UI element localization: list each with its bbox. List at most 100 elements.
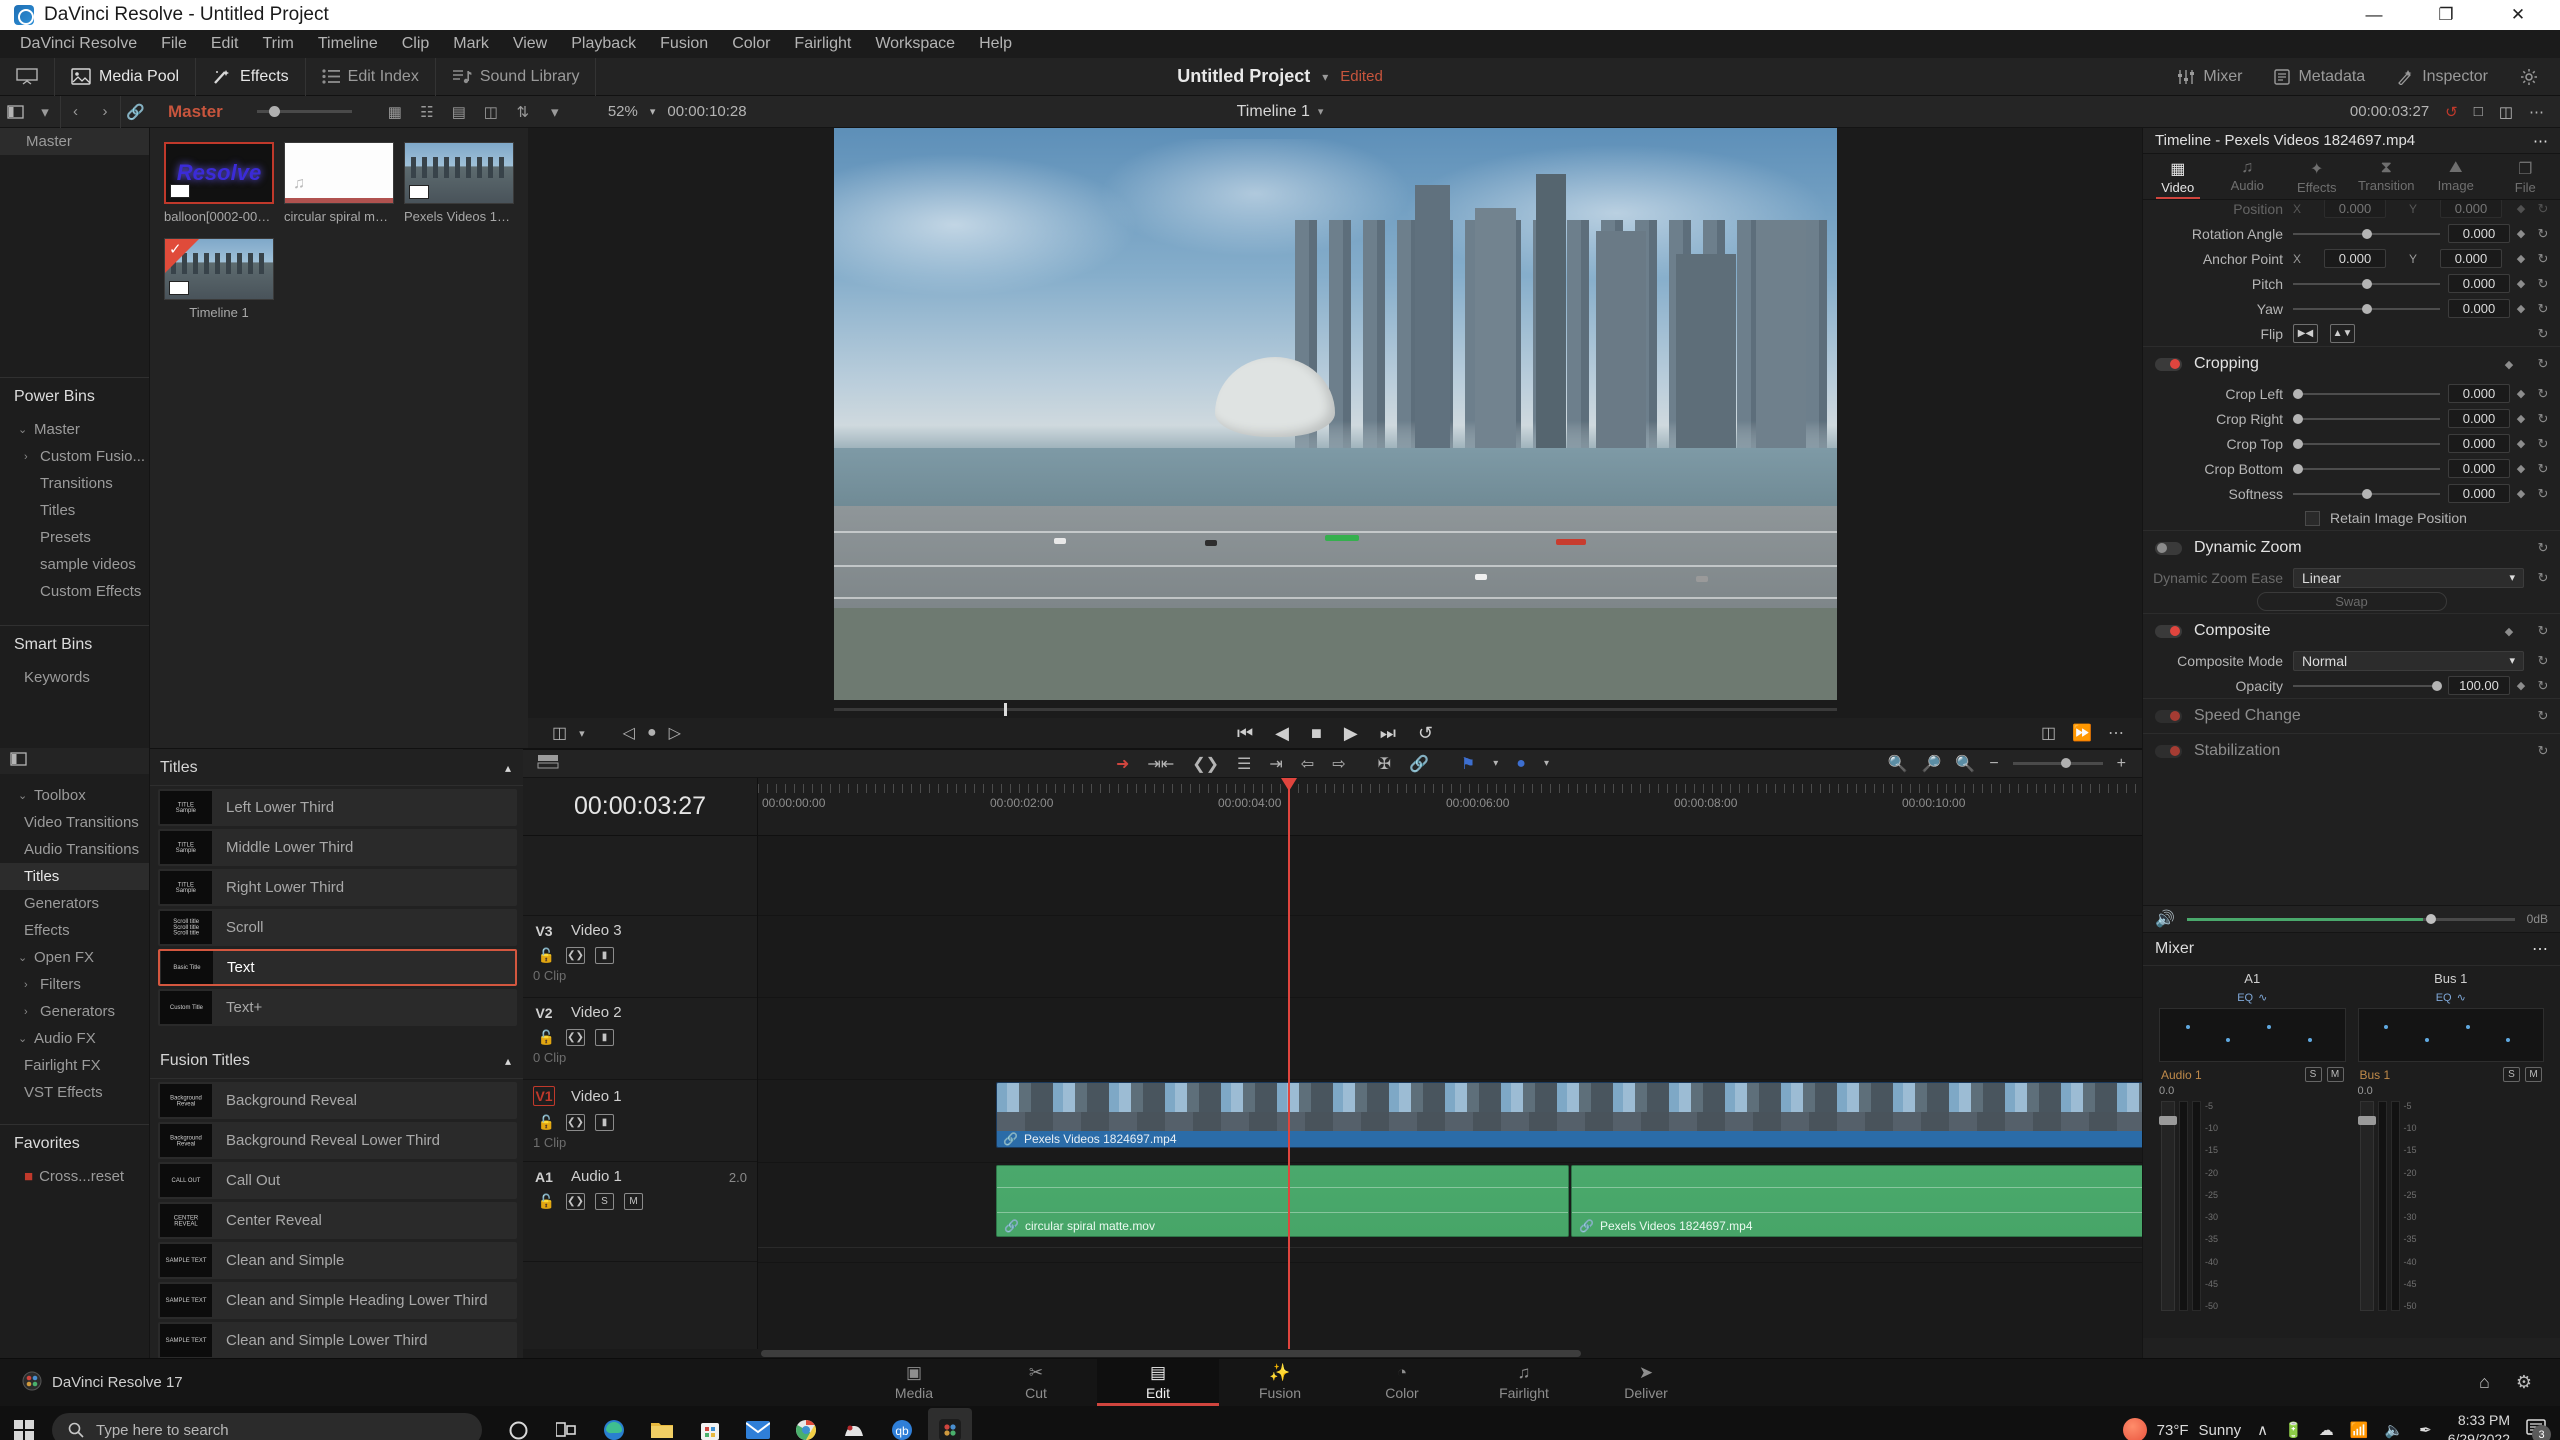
- solo-button[interactable]: S: [2304, 1067, 2322, 1082]
- chrome-icon[interactable]: [784, 1408, 828, 1440]
- chevron-down-icon[interactable]: ▾: [1322, 70, 1328, 84]
- menu-playback[interactable]: Playback: [559, 30, 648, 58]
- menu-davinci-resolve[interactable]: DaVinci Resolve: [8, 30, 149, 58]
- mute-track-button[interactable]: M: [624, 1193, 643, 1210]
- mixer-eq-graph[interactable]: [2357, 1008, 2544, 1062]
- anchor-x-field[interactable]: 0.000: [2324, 249, 2386, 268]
- maximize-button[interactable]: ❐: [2410, 0, 2482, 30]
- minimize-button[interactable]: —: [2338, 0, 2410, 30]
- crop-right-slider[interactable]: [2293, 413, 2440, 424]
- auto-select-icon[interactable]: ❮❯: [566, 1193, 585, 1210]
- viewer-canvas[interactable]: [528, 128, 2142, 700]
- qbittorrent-icon[interactable]: qb: [880, 1408, 924, 1440]
- position-y-field[interactable]: 0.000: [2439, 200, 2502, 218]
- zoom-level[interactable]: 52%: [608, 103, 638, 120]
- solo-track-button[interactable]: S: [595, 1193, 614, 1210]
- channel-fader[interactable]: [2159, 1101, 2177, 1311]
- media-clip[interactable]: Pexels Videos 182...: [404, 142, 514, 224]
- viewer-options-icon[interactable]: ⋯: [2108, 723, 2124, 743]
- fusion-title-item[interactable]: CENTER REVEAL Center Reveal: [158, 1202, 517, 1239]
- page-color[interactable]: ◔ Color: [1341, 1359, 1463, 1406]
- reset-icon[interactable]: ↻: [2532, 326, 2554, 342]
- crop-top-field[interactable]: 0.000: [2448, 434, 2510, 453]
- power-bin-custom-fusio-[interactable]: › Custom Fusio...: [0, 443, 149, 470]
- sound-library-button[interactable]: Sound Library: [436, 57, 597, 96]
- mendeley-icon[interactable]: [832, 1408, 876, 1440]
- keyframe-icon[interactable]: ◆: [2510, 462, 2532, 475]
- inspector-button[interactable]: Inspector: [2381, 58, 2504, 96]
- power-bin-presets[interactable]: Presets: [0, 524, 149, 551]
- jump-start-button[interactable]: ⏮: [1237, 723, 1253, 744]
- reset-icon[interactable]: ↻: [2532, 461, 2554, 477]
- opacity-slider[interactable]: [2293, 680, 2442, 691]
- keyframe-icon[interactable]: ◆: [2510, 487, 2532, 500]
- jump-end-button[interactable]: ⏭: [1380, 723, 1396, 744]
- taskbar-clock[interactable]: 8:33 PM 6/29/2022: [2448, 1411, 2510, 1440]
- trim-edit-mode-icon[interactable]: ⇥⇤: [1147, 754, 1174, 774]
- project-settings-icon[interactable]: ⚙: [2516, 1372, 2532, 1393]
- page-fairlight[interactable]: ♫ Fairlight: [1463, 1359, 1585, 1406]
- reset-icon[interactable]: ↻: [2532, 411, 2554, 427]
- mixer-eq-row[interactable]: EQ ∿: [2159, 991, 2346, 1008]
- crop-top-slider[interactable]: [2293, 438, 2440, 449]
- track-id-v2[interactable]: V2: [533, 1005, 555, 1021]
- power-bin-sample-videos[interactable]: sample videos: [0, 551, 149, 578]
- close-button[interactable]: ✕: [2482, 0, 2554, 30]
- notification-center-icon[interactable]: 3: [2526, 1419, 2551, 1440]
- power-bin-transitions[interactable]: Transitions: [0, 470, 149, 497]
- title-item[interactable]: TITLE Sample Left Lower Third: [158, 789, 517, 826]
- replace-clip-icon[interactable]: ⇨: [1332, 754, 1345, 774]
- crop-bottom-field[interactable]: 0.000: [2448, 459, 2510, 478]
- crop-left-field[interactable]: 0.000: [2448, 384, 2510, 403]
- nav-forward-icon[interactable]: ›: [90, 96, 120, 128]
- nav-back-icon[interactable]: ‹: [60, 95, 90, 128]
- media-pool-button[interactable]: Media Pool: [55, 57, 197, 96]
- menu-mark[interactable]: Mark: [441, 30, 501, 58]
- keyframe-icon[interactable]: ◆: [2510, 202, 2532, 215]
- opacity-field[interactable]: 100.00: [2448, 676, 2510, 695]
- reset-all-icon[interactable]: ↻: [2532, 708, 2554, 724]
- pen-icon[interactable]: ✒: [2419, 1421, 2432, 1439]
- onedrive-icon[interactable]: ☁: [2319, 1421, 2334, 1439]
- keyframe-icon[interactable]: ◆: [2510, 227, 2532, 240]
- wifi-icon[interactable]: 📶: [2350, 1421, 2369, 1439]
- track-id-v1[interactable]: V1: [533, 1086, 555, 1106]
- menu-workspace[interactable]: Workspace: [863, 30, 967, 58]
- sort-chevron-icon[interactable]: ▾: [540, 96, 570, 128]
- timeline-zoom-slider[interactable]: [2012, 758, 2103, 768]
- power-bin-titles[interactable]: Titles: [0, 497, 149, 524]
- thumbnail-view-icon[interactable]: ▤: [444, 96, 474, 128]
- auto-select-icon[interactable]: ❮❯: [566, 947, 585, 964]
- menu-fairlight[interactable]: Fairlight: [782, 30, 863, 58]
- playhead-marker[interactable]: [1281, 778, 1297, 836]
- start-button[interactable]: [0, 1406, 48, 1440]
- rotation-slider[interactable]: [2293, 228, 2440, 239]
- smart-bin-keywords[interactable]: Keywords: [0, 664, 149, 691]
- microsoft-store-icon[interactable]: [688, 1408, 732, 1440]
- power-bin-custom-effects[interactable]: Custom Effects: [0, 578, 149, 605]
- workspace-toggle-button[interactable]: [0, 57, 55, 96]
- davinci-resolve-taskbar-icon[interactable]: [928, 1408, 972, 1440]
- inspector-more-icon[interactable]: ⋯: [2533, 132, 2548, 150]
- retain-image-position-checkbox[interactable]: [2305, 510, 2320, 526]
- effects-sidebar-toggle-icon[interactable]: [10, 751, 27, 771]
- chevron-up-icon[interactable]: ▴: [505, 1054, 511, 1068]
- timeline-video-clip[interactable]: 🔗 Pexels Videos 1824697.mp4: [996, 1082, 2142, 1148]
- dynamic-zoom-toggle[interactable]: [2155, 541, 2182, 555]
- dynamic-zoom-swap-button[interactable]: Swap: [2256, 592, 2447, 611]
- home-icon[interactable]: ⌂: [2479, 1372, 2490, 1393]
- reset-icon[interactable]: ↻: [2532, 301, 2554, 317]
- mixer-button[interactable]: Mixer: [2161, 58, 2258, 96]
- master-volume-slider[interactable]: [2186, 913, 2515, 924]
- chevron-up-icon[interactable]: ▴: [505, 761, 511, 775]
- keyframe-icon[interactable]: ◆: [2510, 302, 2532, 315]
- page-media[interactable]: ▣ Media: [853, 1359, 975, 1406]
- title-item[interactable]: Scroll title Scroll title Scroll title Scro…: [158, 909, 517, 946]
- dynamic-trim-icon[interactable]: ❮❯: [1192, 754, 1219, 774]
- fx-item-filters[interactable]: › Filters: [0, 971, 149, 998]
- snapshot-icon[interactable]: ◫: [2041, 723, 2056, 743]
- chevron-icon[interactable]: ⌄: [18, 789, 28, 802]
- page-fusion[interactable]: ✨ Fusion: [1219, 1359, 1341, 1406]
- keyframe-icon[interactable]: ◆: [2498, 625, 2520, 638]
- rotation-field[interactable]: 0.000: [2448, 224, 2510, 243]
